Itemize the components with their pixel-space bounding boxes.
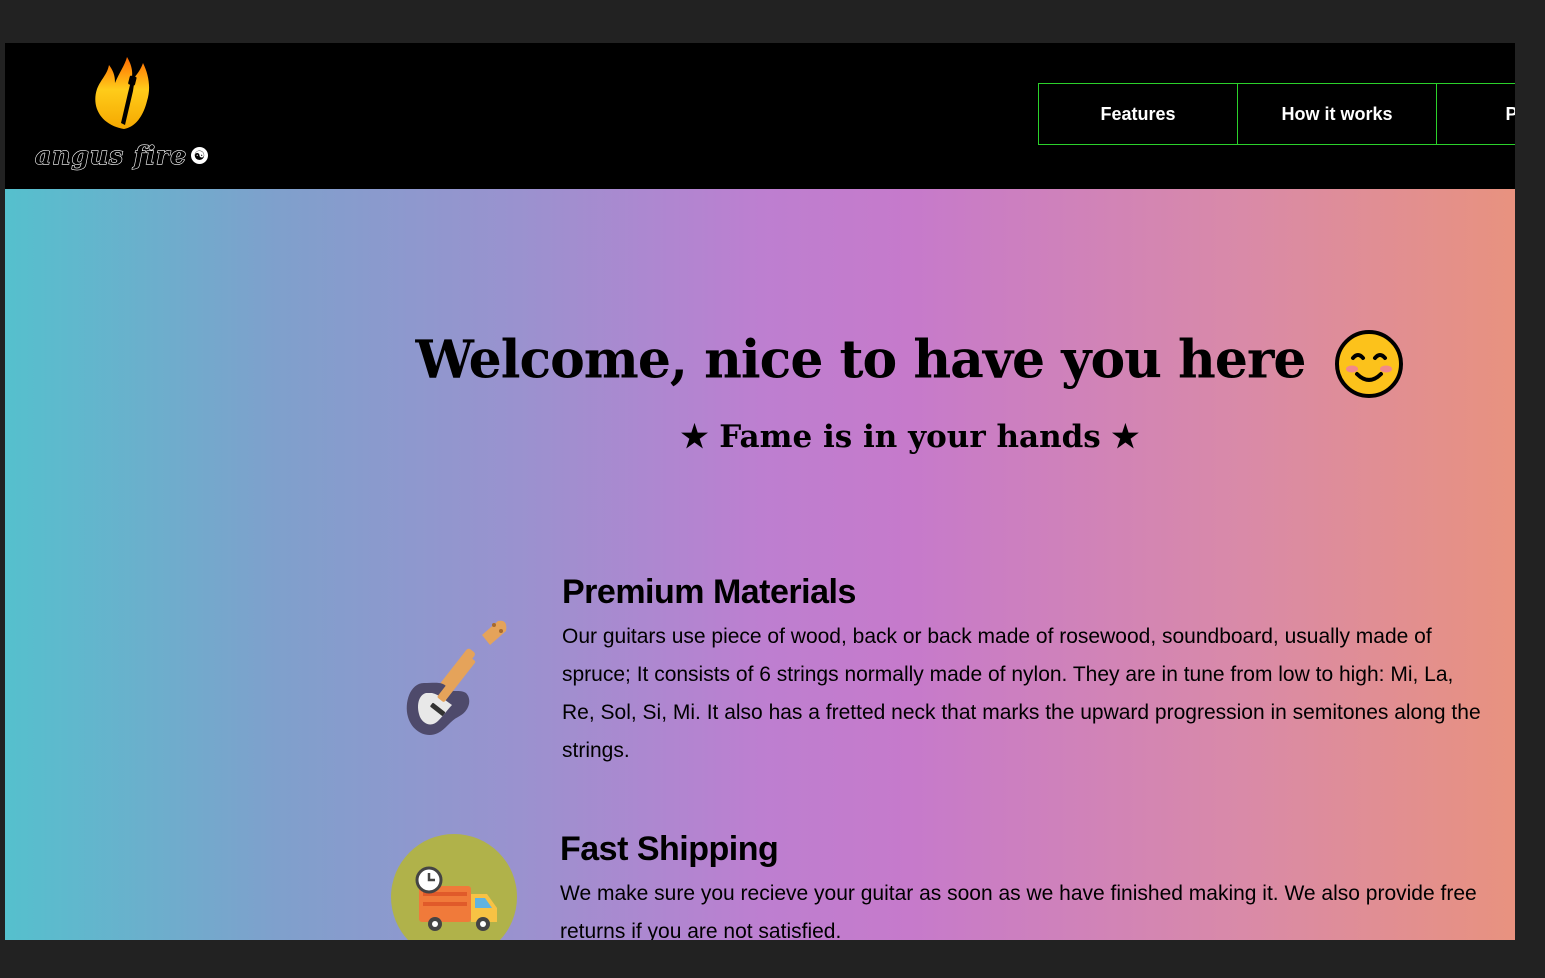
smiling-face-icon	[1334, 329, 1403, 398]
page-title: Welcome, nice to have you here	[5, 328, 1515, 400]
feature-fast-shipping: Fast Shipping We make sure you recieve y…	[390, 830, 1500, 940]
electric-guitar-icon	[406, 620, 507, 736]
main-nav: Features How it works Pricing	[1038, 83, 1515, 145]
feature-premium-materials: Premium Materials Our guitars use piece …	[390, 573, 1500, 793]
site-header: angus fire ☯ Features How it works Prici…	[5, 43, 1515, 189]
feature-body: Premium Materials Our guitars use piece …	[562, 573, 1482, 770]
hero-title-text: Welcome, nice to have you here	[415, 329, 1306, 391]
feature-text: Our guitars use piece of wood, back or b…	[562, 625, 1481, 762]
nav-item-features[interactable]: Features	[1038, 83, 1238, 145]
logo-text: angus fire	[34, 140, 188, 170]
feature-title: Fast Shipping	[560, 830, 779, 868]
yin-yang-icon: ☯	[191, 147, 208, 164]
browser-viewport: angus fire ☯ Features How it works Prici…	[5, 43, 1515, 940]
feature-body: Fast Shipping We make sure you recieve y…	[560, 830, 1480, 940]
feature-text: We make sure you recieve your guitar as …	[560, 882, 1477, 940]
nav-item-how-it-works[interactable]: How it works	[1237, 83, 1437, 145]
brand-logo[interactable]: angus fire ☯	[29, 55, 219, 175]
flame-guitar-icon	[95, 57, 150, 129]
nav-item-pricing[interactable]: Pricing	[1436, 83, 1515, 145]
hero-subtitle: ★ Fame is in your hands ★	[680, 418, 1140, 455]
delivery-truck-icon	[391, 834, 517, 940]
feature-title: Premium Materials	[562, 573, 856, 611]
